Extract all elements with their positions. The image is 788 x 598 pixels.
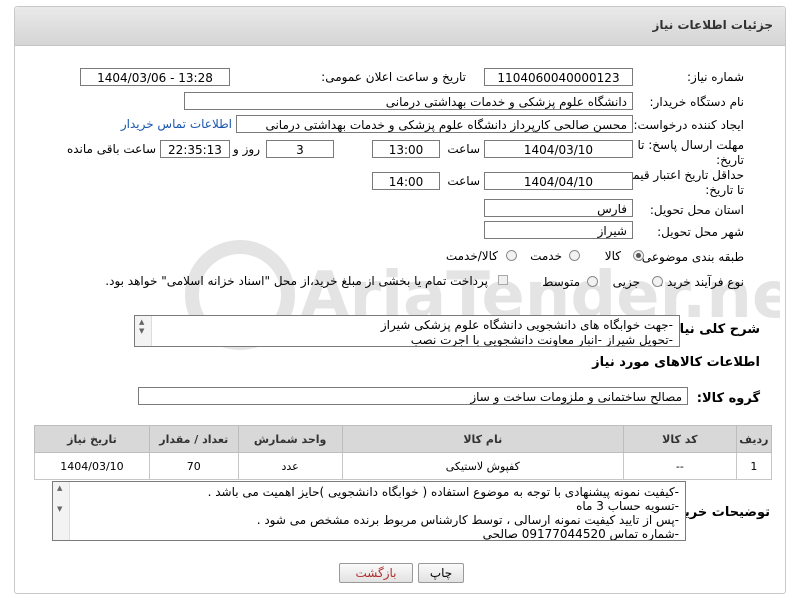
summary-line-2: -تحویل شیراز -انبار معاونت دانشجویی با ا…: [410, 333, 673, 347]
deadline-time-field[interactable]: 13:00: [372, 140, 440, 158]
col-code: کد کالا: [622, 425, 737, 453]
cell-unit: عدد: [237, 452, 343, 480]
cell-code: --: [622, 452, 737, 480]
validity-time-field[interactable]: 14:00: [372, 172, 440, 190]
need-number-label: شماره نیاز:: [687, 70, 744, 84]
back-button[interactable]: بازگشت: [339, 563, 413, 583]
page-title: جزئیات اطلاعات نیاز: [652, 18, 773, 32]
category-label: طبقه بندی موضوعی:: [637, 250, 744, 264]
cell-name: کفپوش لاستیکی: [341, 452, 624, 480]
announce-label: تاریخ و ساعت اعلان عمومی:: [321, 70, 466, 84]
need-number-field[interactable]: 1104060040000123: [484, 68, 633, 86]
deadline-date-field[interactable]: 1404/03/10: [484, 140, 633, 158]
process-option-minor: جزیی: [612, 275, 640, 289]
process-radio-medium[interactable]: [587, 276, 598, 287]
province-field[interactable]: فارس: [484, 199, 633, 217]
announce-datetime-field[interactable]: 1404/03/06 - 13:28: [80, 68, 230, 86]
validity-time-label: ساعت: [447, 174, 480, 188]
validity-date-field[interactable]: 1404/04/10: [484, 172, 633, 190]
notes-line-1: -کیفیت نمونه پیشنهادی با توجه به موضوع ا…: [207, 485, 679, 499]
validity-label-line1: حداقل تاریخ اعتبار قیمت:: [617, 168, 744, 182]
notes-line-4: -شماره تماس 09177044520 صالحی: [482, 527, 679, 541]
buyer-org-label: نام دستگاه خریدار:: [649, 95, 745, 109]
cell-qty: 70: [148, 452, 239, 480]
category-radio-goods[interactable]: [633, 250, 644, 261]
days-label: روز و: [233, 142, 260, 156]
cell-need-date: 1404/03/10: [34, 452, 150, 480]
requester-field[interactable]: محسن صالحی کارپرداز دانشگاه علوم پزشکی و…: [236, 115, 633, 133]
requester-label: ایجاد کننده درخواست:: [633, 118, 744, 132]
buyer-org-field[interactable]: دانشگاه علوم پزشکی و خدمات بهداشتی درمان…: [184, 92, 633, 110]
summary-scrollbar[interactable]: ▲ ▼: [135, 316, 152, 346]
process-option-medium: متوسط: [542, 275, 580, 289]
days-remaining-field[interactable]: 3: [266, 140, 334, 158]
summary-label: شرح کلی نیاز:: [666, 322, 760, 337]
goods-group-label: گروه کالا:: [696, 391, 760, 406]
col-unit: واحد شمارش: [237, 425, 343, 453]
process-label: نوع فرآیند خرید :: [659, 275, 744, 289]
cell-row: 1: [735, 452, 773, 480]
city-field[interactable]: شیراز: [484, 221, 633, 239]
treasury-payment-note: پرداخت تمام یا بخشی از مبلغ خرید،از محل …: [105, 274, 488, 288]
validity-label-line2: تا تاریخ:: [705, 183, 744, 197]
category-radio-goods-service[interactable]: [506, 250, 517, 261]
category-option-goods-service: کالا/خدمت: [445, 249, 498, 263]
category-option-goods: کالا: [604, 249, 621, 263]
col-qty: تعداد / مقدار: [148, 425, 239, 453]
summary-line-1: -جهت خوابگاه های دانشجویی دانشگاه علوم پ…: [380, 318, 673, 332]
deadline-label-line1: مهلت ارسال پاسخ: تا: [637, 138, 744, 152]
category-radio-service[interactable]: [569, 250, 580, 261]
goods-group-field[interactable]: مصالح ساختمانی و ملزومات ساخت و ساز: [138, 387, 688, 405]
table-row[interactable]: 1404/03/10 70 عدد کفپوش لاستیکی -- 1: [34, 452, 773, 480]
print-button[interactable]: چاپ: [418, 563, 464, 583]
notes-line-3: -پس از تایید کیفیت نمونه ارسالی ، توسط ک…: [256, 513, 679, 527]
buyer-notes-textarea[interactable]: ▲ ▼ -کیفیت نمونه پیشنهادی با توجه به موضو…: [52, 481, 686, 541]
summary-textarea[interactable]: ▲ ▼ -جهت خوابگاه های دانشجویی دانشگاه علو…: [134, 315, 680, 347]
process-radio-minor[interactable]: [652, 276, 663, 287]
deadline-label-line2: تاریخ:: [716, 153, 744, 167]
notes-scrollbar[interactable]: ▲ ▼: [53, 482, 70, 540]
col-name: نام کالا: [341, 425, 624, 453]
remaining-time-label: ساعت باقی مانده: [66, 142, 156, 156]
goods-table-header: تاریخ نیاز تعداد / مقدار واحد شمارش نام …: [34, 425, 773, 453]
treasury-payment-checkbox[interactable]: [498, 275, 508, 285]
province-label: استان محل تحویل:: [649, 203, 744, 217]
deadline-time-label: ساعت: [447, 142, 480, 156]
remaining-time-field[interactable]: 22:35:13: [160, 140, 230, 158]
panel-header: جزئیات اطلاعات نیاز: [15, 7, 785, 46]
category-option-service: خدمت: [530, 249, 562, 263]
notes-line-2: -تسویه حساب 3 ماه: [576, 499, 679, 513]
goods-section-title: اطلاعات کالاهای مورد نیاز: [592, 355, 760, 370]
city-label: شهر محل تحویل:: [657, 225, 744, 239]
buyer-contact-link[interactable]: اطلاعات تماس خریدار: [121, 117, 232, 131]
col-need-date: تاریخ نیاز: [34, 425, 150, 453]
col-row: ردیف: [735, 425, 773, 453]
goods-table: تاریخ نیاز تعداد / مقدار واحد شمارش نام …: [34, 425, 773, 480]
